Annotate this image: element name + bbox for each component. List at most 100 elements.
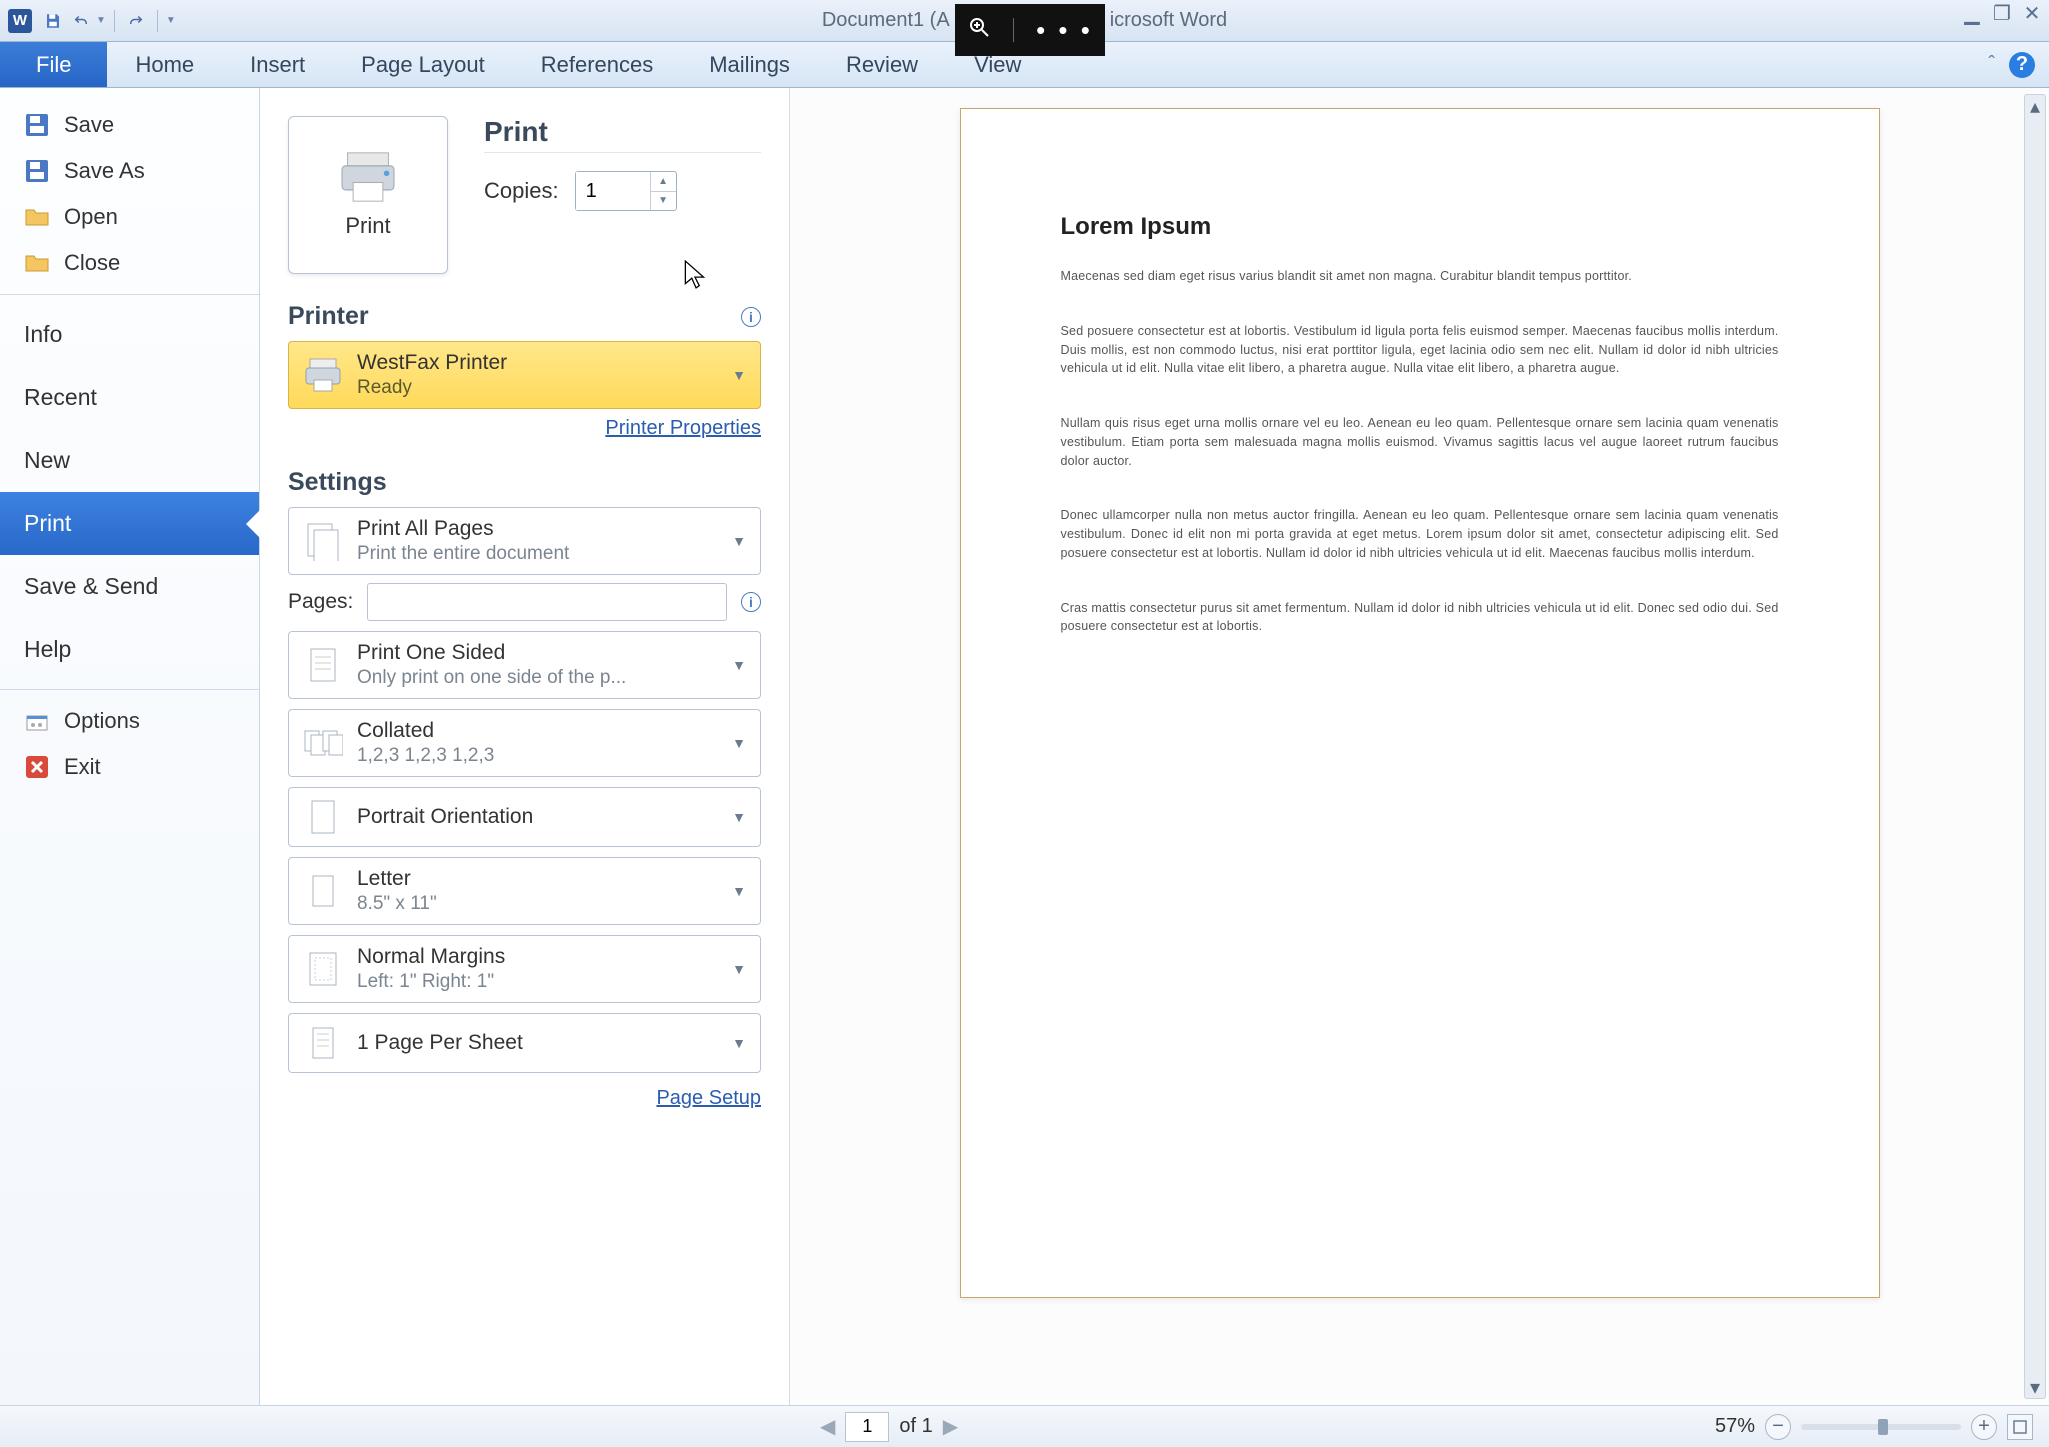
printer-dropdown[interactable]: WestFax Printer Ready ▼ [288, 341, 761, 409]
backstage-nav: Save Save As Open Close Info Recent New … [0, 88, 260, 1405]
nav-help-label: Help [24, 636, 71, 663]
restore-button[interactable]: ❐ [1991, 4, 2013, 22]
help-icon[interactable]: ? [2009, 52, 2035, 78]
print-range-sub: Print the entire document [357, 542, 697, 566]
nav-exit[interactable]: Exit [0, 744, 259, 790]
page-number-input[interactable] [845, 1412, 889, 1442]
paper-size-icon [303, 871, 343, 911]
chevron-down-icon: ▼ [732, 961, 746, 977]
printer-info-icon[interactable]: i [741, 307, 761, 327]
collate-dropdown[interactable]: Collated 1,2,3 1,2,3 1,2,3 ▼ [288, 709, 761, 777]
collate-sub: 1,2,3 1,2,3 1,2,3 [357, 744, 697, 768]
zoom-out-button[interactable]: − [1765, 1414, 1791, 1440]
nav-help[interactable]: Help [0, 618, 259, 681]
zoom-in-button[interactable]: + [1971, 1414, 1997, 1440]
qat-customize-icon[interactable]: ▼ [166, 15, 176, 26]
scroll-down-icon[interactable]: ▾ [2025, 1376, 2045, 1398]
zoom-in-overlay-icon[interactable] [967, 15, 991, 45]
zoom-to-page-button[interactable] [2007, 1414, 2033, 1440]
print-button-label: Print [345, 213, 390, 239]
nav-options-label: Options [64, 708, 140, 734]
printer-icon [338, 151, 398, 203]
print-range-dropdown[interactable]: Print All Pages Print the entire documen… [288, 507, 761, 575]
nav-info[interactable]: Info [0, 303, 259, 366]
margins-dropdown[interactable]: Normal Margins Left: 1" Right: 1" ▼ [288, 935, 761, 1003]
ribbon-collapse-icon[interactable]: ˆ [1988, 53, 1995, 76]
prev-page-button[interactable]: ◀ [820, 1414, 835, 1439]
chevron-down-icon: ▼ [732, 883, 746, 899]
sides-sub: Only print on one side of the p... [357, 666, 697, 690]
pages-input[interactable] [367, 583, 727, 621]
preview-page: Lorem Ipsum Maecenas sed diam eget risus… [960, 108, 1880, 1298]
folder-open-icon [24, 204, 50, 230]
zoom-percent[interactable]: 57% [1715, 1415, 1755, 1438]
printer-device-icon [303, 355, 343, 395]
printer-status: Ready [357, 376, 697, 400]
margins-icon [303, 949, 343, 989]
chevron-down-icon: ▼ [732, 1035, 746, 1051]
printer-properties-link[interactable]: Printer Properties [605, 417, 761, 439]
next-page-button[interactable]: ▶ [943, 1414, 958, 1439]
nav-save-label: Save [64, 112, 114, 138]
doc-paragraph: Cras mattis consectetur purus sit amet f… [1061, 599, 1779, 637]
nav-new[interactable]: New [0, 429, 259, 492]
chevron-down-icon: ▼ [732, 809, 746, 825]
pages-per-sheet-dropdown[interactable]: 1 Page Per Sheet ▼ [288, 1013, 761, 1073]
tab-insert[interactable]: Insert [222, 42, 333, 87]
printer-name: WestFax Printer [357, 350, 718, 376]
scroll-up-icon[interactable]: ▴ [2025, 95, 2045, 117]
tab-references[interactable]: References [513, 42, 682, 87]
undo-button[interactable] [68, 8, 94, 34]
pages-per-sheet-icon [303, 1023, 343, 1063]
tab-review[interactable]: Review [818, 42, 946, 87]
undo-dropdown-icon[interactable]: ▼ [96, 15, 106, 26]
viewer-overlay-toolbar: • • • [955, 4, 1105, 56]
orientation-dropdown[interactable]: Portrait Orientation ▼ [288, 787, 761, 847]
close-window-button[interactable]: ✕ [2021, 4, 2043, 22]
doc-paragraph: Donec ullamcorper nulla non metus auctor… [1061, 506, 1779, 562]
settings-section-heading: Settings [288, 468, 387, 497]
copies-input[interactable] [576, 172, 650, 210]
margins-sub: Left: 1" Right: 1" [357, 970, 697, 994]
copies-spinner[interactable]: ▲ ▼ [575, 171, 677, 211]
nav-open[interactable]: Open [0, 194, 259, 240]
nav-save[interactable]: Save [0, 102, 259, 148]
nav-close[interactable]: Close [0, 240, 259, 286]
nav-save-as-label: Save As [64, 158, 145, 184]
chevron-down-icon: ▼ [732, 657, 746, 673]
redo-button[interactable] [123, 8, 149, 34]
nav-options[interactable]: Options [0, 698, 259, 744]
chevron-down-icon: ▼ [732, 533, 746, 549]
pages-per-sheet-title: 1 Page Per Sheet [357, 1030, 718, 1056]
collate-icon [303, 723, 343, 763]
nav-print[interactable]: Print [0, 492, 259, 555]
doc-heading: Lorem Ipsum [1061, 209, 1779, 245]
page-setup-link[interactable]: Page Setup [656, 1087, 761, 1109]
tab-page-layout[interactable]: Page Layout [333, 42, 513, 87]
tab-home[interactable]: Home [107, 42, 222, 87]
nav-recent[interactable]: Recent [0, 366, 259, 429]
zoom-slider-thumb[interactable] [1878, 1419, 1888, 1435]
preview-scrollbar[interactable]: ▴ ▾ [2024, 94, 2046, 1399]
word-app-icon: W [8, 9, 32, 33]
nav-save-send[interactable]: Save & Send [0, 555, 259, 618]
paper-size-title: Letter [357, 866, 718, 892]
copies-up-icon[interactable]: ▲ [651, 172, 676, 192]
tab-mailings[interactable]: Mailings [681, 42, 818, 87]
nav-save-as[interactable]: Save As [0, 148, 259, 194]
doc-paragraph: Sed posuere consectetur est at lobortis.… [1061, 322, 1779, 378]
copies-label: Copies: [484, 178, 559, 204]
minimize-button[interactable]: ▁ [1961, 4, 1983, 22]
doc-paragraph: Maecenas sed diam eget risus varius blan… [1061, 267, 1779, 286]
save-icon [24, 112, 50, 138]
save-qat-button[interactable] [40, 8, 66, 34]
pages-info-icon[interactable]: i [741, 592, 761, 612]
copies-down-icon[interactable]: ▼ [651, 192, 676, 211]
print-range-title: Print All Pages [357, 516, 718, 542]
print-button[interactable]: Print [288, 116, 448, 274]
paper-size-dropdown[interactable]: Letter 8.5" x 11" ▼ [288, 857, 761, 925]
tab-file[interactable]: File [0, 42, 107, 87]
collate-title: Collated [357, 718, 718, 744]
zoom-slider[interactable] [1801, 1424, 1961, 1430]
sides-dropdown[interactable]: Print One Sided Only print on one side o… [288, 631, 761, 699]
